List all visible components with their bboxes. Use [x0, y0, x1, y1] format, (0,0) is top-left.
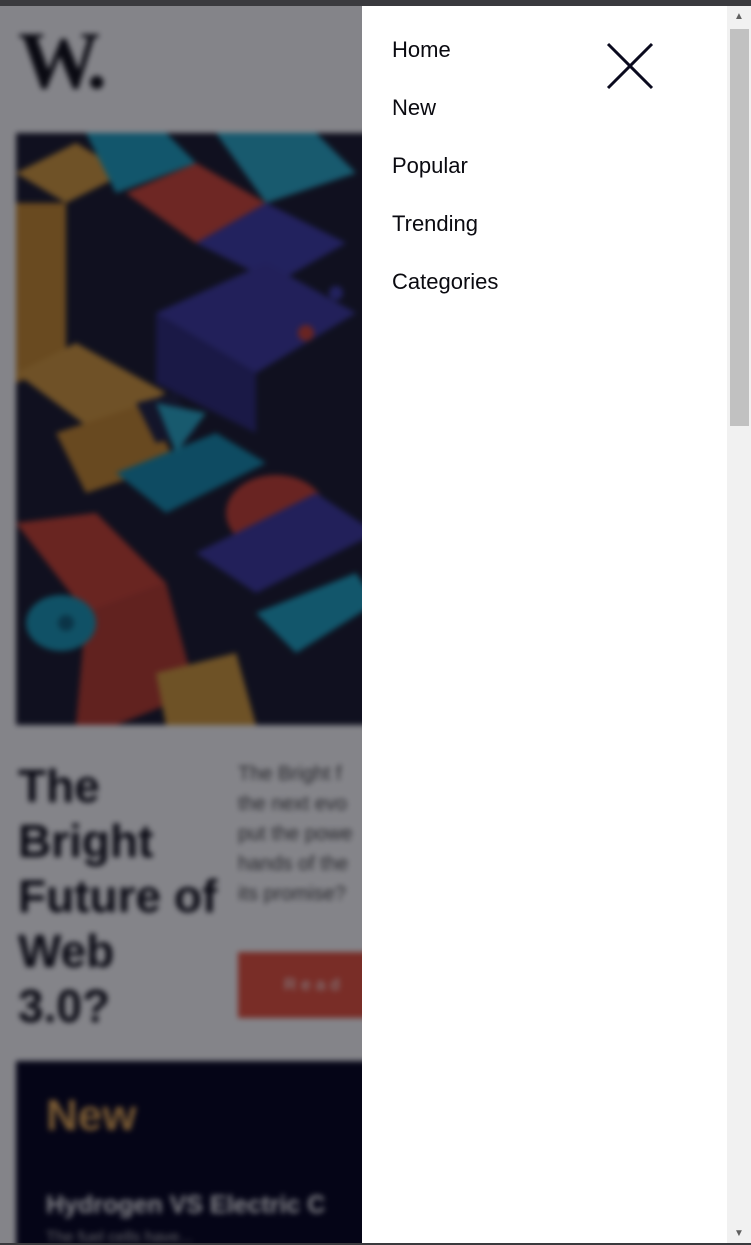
- scroll-up-arrow-icon[interactable]: ▲: [727, 6, 751, 26]
- nav-drawer: Home New Popular Trending Categories: [362, 6, 727, 1243]
- nav-link-new[interactable]: New: [392, 94, 436, 122]
- nav-link-trending[interactable]: Trending: [392, 210, 478, 238]
- nav-link-home[interactable]: Home: [392, 36, 451, 64]
- vertical-scrollbar[interactable]: ▲ ▼: [727, 6, 751, 1243]
- nav-item-home: Home: [392, 36, 498, 94]
- scroll-down-arrow-icon[interactable]: ▼: [727, 1223, 751, 1243]
- scroll-thumb[interactable]: [730, 29, 749, 426]
- close-menu-button[interactable]: [600, 36, 660, 96]
- nav-link-popular[interactable]: Popular: [392, 152, 468, 180]
- nav-link-categories[interactable]: Categories: [392, 268, 498, 296]
- close-icon: [606, 42, 654, 90]
- nav-menu: Home New Popular Trending Categories: [392, 36, 498, 326]
- browser-viewport: W.: [0, 6, 727, 1243]
- nav-item-popular: Popular: [392, 152, 498, 210]
- nav-item-categories: Categories: [392, 268, 498, 326]
- nav-item-trending: Trending: [392, 210, 498, 268]
- nav-item-new: New: [392, 94, 498, 152]
